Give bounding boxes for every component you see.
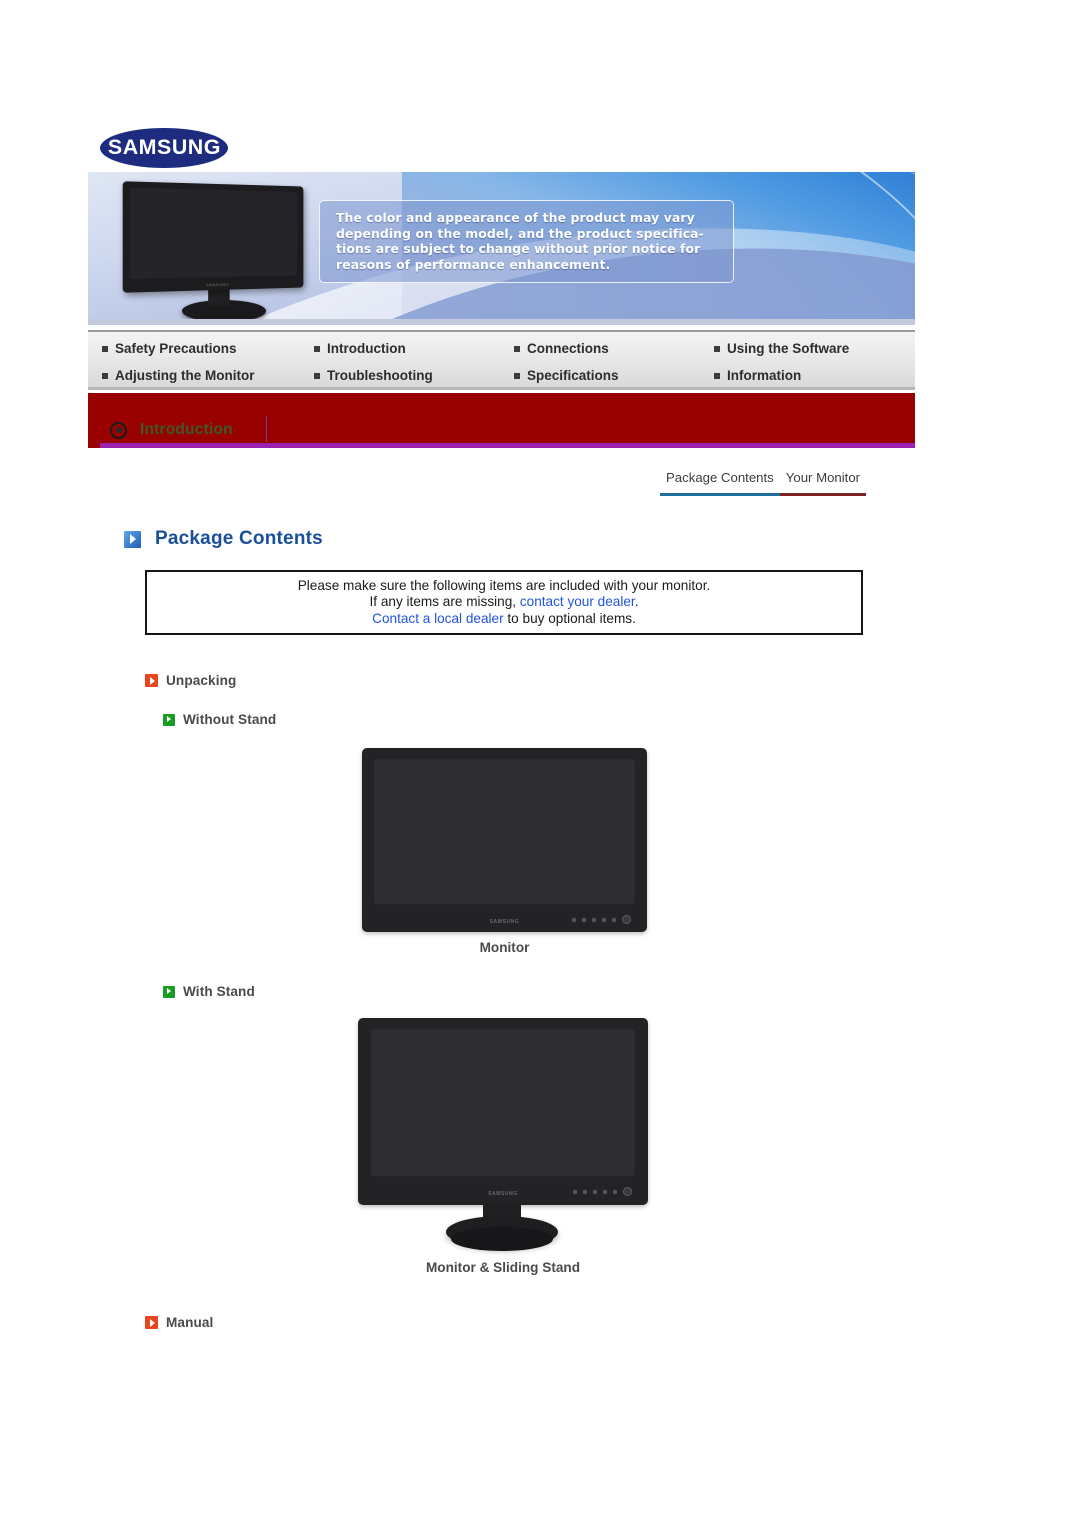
section-header-divider [266, 416, 267, 442]
nav-item-using-the-software[interactable]: Using the Software [714, 335, 929, 362]
square-bullet-icon [102, 372, 108, 379]
notice-line-2: If any items are missing, contact your d… [370, 594, 639, 611]
orange-arrow-icon [145, 1316, 158, 1329]
monitor-control-buttons [573, 1187, 632, 1196]
monitor-button [593, 1189, 597, 1194]
purple-rule [100, 443, 915, 448]
caption-monitor: Monitor [479, 940, 530, 955]
nav-item-introduction[interactable]: Introduction [314, 335, 514, 362]
package-notice-box: Please make sure the following items are… [145, 570, 863, 635]
square-bullet-icon [714, 372, 720, 379]
contact-your-dealer-link[interactable]: contact your dealer [520, 594, 635, 609]
square-bullet-icon [314, 345, 320, 352]
nav-label: Information [727, 368, 802, 383]
monitor-screen [370, 1028, 636, 1177]
section-header-title: Introduction [140, 421, 233, 438]
hero-monitor-photo: SAMSUNG [120, 181, 330, 322]
blue-arrow-icon [124, 530, 141, 548]
square-bullet-icon [514, 345, 520, 352]
hero-monitor-panel: SAMSUNG [122, 181, 304, 293]
monitor-button [582, 917, 586, 922]
tab-package-contents[interactable]: Package Contents [660, 468, 780, 496]
hero-notice-callout: The color and appearance of the product … [319, 200, 734, 284]
subsection-label: Without Stand [183, 712, 277, 727]
main-navigation: Safety Precautions Introduction Connecti… [88, 330, 915, 390]
content-tabs: Package Contents Your Monitor [660, 468, 886, 496]
nav-label: Using the Software [727, 341, 850, 356]
monitor-brand-label: SAMSUNG [488, 1191, 518, 1197]
green-arrow-icon [163, 713, 175, 726]
subsection-with-stand: With Stand [163, 984, 255, 999]
nav-item-information[interactable]: Information [714, 362, 929, 389]
section-header-content: Introduction [110, 421, 233, 439]
nav-item-safety-precautions[interactable]: Safety Precautions [102, 335, 314, 362]
hero-notice-line-2: depending on the model, and the product … [336, 225, 704, 241]
hero-notice-line-1: The color and appearance of the product … [336, 210, 695, 225]
monitor-button [583, 1189, 587, 1194]
subsection-without-stand: Without Stand [163, 712, 276, 727]
notice-line-3-suffix: to buy optional items. [503, 610, 636, 626]
monitor-chassis: SAMSUNG [358, 1018, 648, 1205]
monitor-chassis: SAMSUNG [362, 748, 647, 932]
notice-line-2-prefix: If any items are missing, [369, 594, 520, 610]
square-bullet-icon [514, 372, 520, 379]
notice-line-3: Contact a local dealer to buy optional i… [372, 611, 636, 628]
green-arrow-icon [163, 985, 175, 998]
nav-item-connections[interactable]: Connections [514, 335, 714, 362]
orange-arrow-icon [145, 674, 158, 687]
nav-item-troubleshooting[interactable]: Troubleshooting [314, 362, 514, 389]
subsection-unpacking: Unpacking [145, 673, 236, 688]
page-title: Package Contents [155, 528, 323, 549]
monitor-button [613, 1189, 617, 1194]
subsection-label: Unpacking [166, 673, 237, 688]
hero-notice-line-4: reasons of performance enhancement. [336, 256, 611, 272]
nav-label: Specifications [527, 368, 619, 383]
notice-line-1: Please make sure the following items are… [297, 577, 711, 593]
square-bullet-icon [314, 372, 320, 379]
subsection-label: Manual [166, 1315, 214, 1330]
nav-item-adjusting-the-monitor[interactable]: Adjusting the Monitor [102, 362, 314, 389]
hero-banner: SAMSUNG The color and appearance of the … [88, 172, 915, 325]
monitor-stand-base-lower [451, 1227, 553, 1251]
nav-label: Introduction [327, 341, 406, 356]
monitor-screen [373, 758, 636, 905]
subsection-manual: Manual [145, 1315, 213, 1330]
square-bullet-icon [102, 345, 108, 352]
monitor-button [603, 1189, 607, 1194]
hero-bottom-band [88, 319, 915, 325]
monitor-brand-label: SAMSUNG [489, 919, 520, 925]
nav-label: Troubleshooting [327, 368, 433, 383]
product-image-monitor-with-stand: SAMSUNG [358, 1018, 648, 1258]
contact-local-dealer-link[interactable]: Contact a local dealer [372, 611, 503, 626]
subsection-label: With Stand [183, 984, 255, 999]
nav-label: Adjusting the Monitor [115, 368, 255, 383]
monitor-button [573, 1189, 577, 1194]
samsung-logo-ellipse: SAMSUNG [100, 128, 228, 168]
section-header-bar: Introduction [88, 393, 915, 448]
product-image-monitor-no-stand: SAMSUNG [362, 748, 647, 932]
square-bullet-icon [714, 345, 720, 352]
monitor-button [572, 917, 576, 922]
monitor-power-button [622, 915, 631, 924]
target-ring-icon [110, 421, 127, 439]
notice-line-2-suffix: . [634, 594, 639, 610]
nav-label: Safety Precautions [115, 341, 237, 356]
samsung-logo-text: SAMSUNG [107, 136, 221, 159]
nav-item-specifications[interactable]: Specifications [514, 362, 714, 389]
hero-monitor-brand-label: SAMSUNG [205, 281, 229, 288]
caption-monitor-sliding-stand: Monitor & Sliding Stand [425, 1260, 581, 1275]
hero-monitor-screen [130, 187, 298, 279]
nav-label: Connections [527, 341, 609, 356]
hero-notice-line-3: tions are subject to change without prio… [336, 241, 701, 257]
document-page: SAMSUNG SAMSUNG The color and appearance… [0, 0, 1080, 1528]
monitor-power-button [623, 1187, 632, 1196]
monitor-control-buttons [572, 915, 631, 924]
samsung-logo: SAMSUNG [100, 128, 228, 168]
tab-your-monitor[interactable]: Your Monitor [779, 468, 867, 496]
monitor-button [612, 917, 616, 922]
page-title-group: Package Contents [124, 528, 323, 550]
monitor-button [592, 917, 596, 922]
monitor-button [602, 917, 606, 922]
